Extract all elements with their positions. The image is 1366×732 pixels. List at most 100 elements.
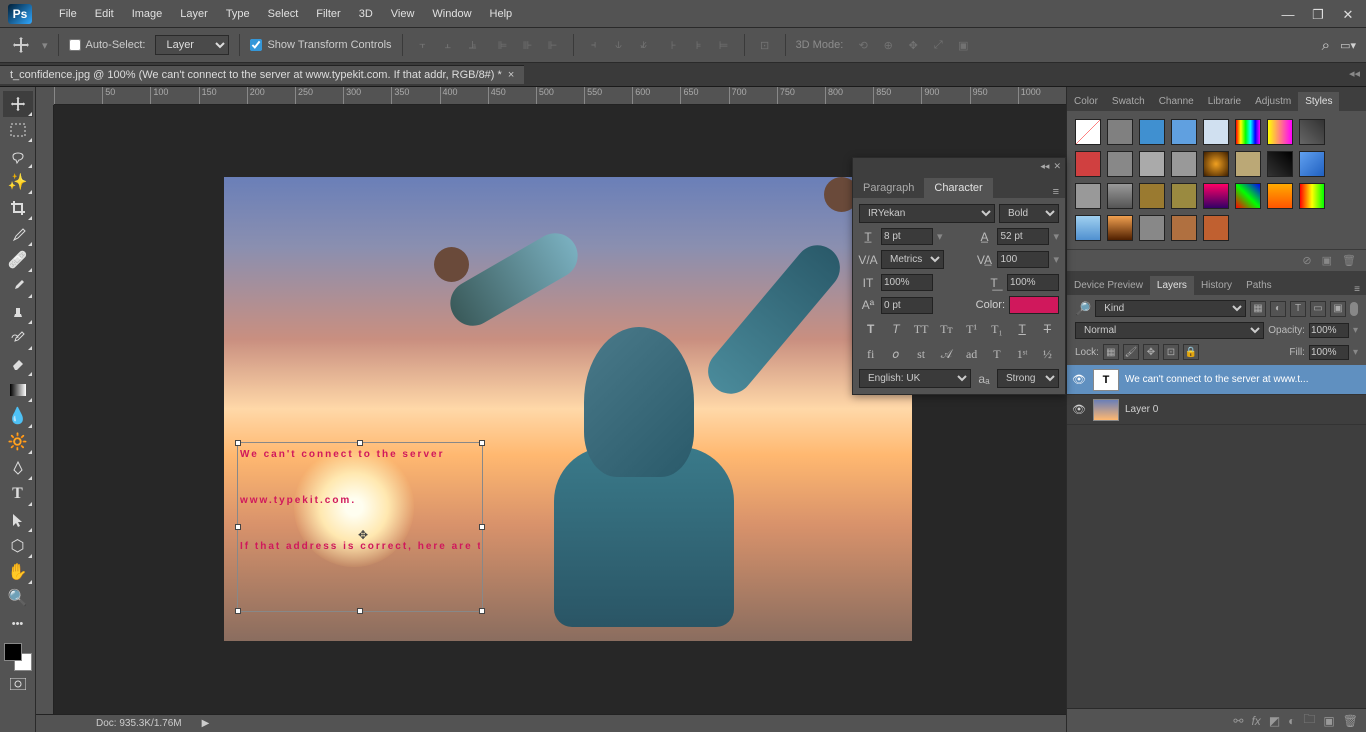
filter-shape-icon[interactable]: ▭ [1310, 301, 1326, 317]
filter-smart-icon[interactable]: ▣ [1330, 301, 1346, 317]
menu-edit[interactable]: Edit [86, 8, 123, 20]
style-preset-swatch[interactable] [1299, 119, 1325, 145]
auto-select-checkbox[interactable]: Auto-Select: [69, 39, 146, 51]
tab-device-preview[interactable]: Device Preview [1067, 276, 1150, 295]
strikethrough-button[interactable]: T [1036, 319, 1059, 339]
filter-toggle-icon[interactable] [1350, 302, 1358, 316]
tab-swatches[interactable]: Swatch [1105, 92, 1152, 111]
hand-tool[interactable]: ✋ [3, 559, 33, 585]
menu-window[interactable]: Window [423, 8, 480, 20]
type-tool[interactable]: T [3, 481, 33, 507]
fill-input[interactable] [1309, 345, 1349, 360]
clone-stamp-tool[interactable] [3, 299, 33, 325]
status-arrow-icon[interactable]: ▶ [202, 718, 210, 729]
blur-tool[interactable]: 💧 [3, 403, 33, 429]
baseline-input[interactable] [881, 297, 933, 314]
antialias-select[interactable]: Strong [997, 369, 1059, 388]
tab-channels[interactable]: Channe [1152, 92, 1201, 111]
menu-3d[interactable]: 3D [350, 8, 382, 20]
style-preset-swatch[interactable] [1267, 119, 1293, 145]
style-preset-swatch[interactable] [1203, 151, 1229, 177]
window-minimize[interactable]: — [1278, 7, 1298, 21]
magic-wand-tool[interactable]: ✨ [3, 169, 33, 195]
filter-type-icon[interactable]: T [1290, 301, 1306, 317]
superscript-button[interactable]: T¹ [960, 319, 983, 339]
tab-character[interactable]: Character [924, 178, 992, 198]
menu-help[interactable]: Help [481, 8, 522, 20]
adjustment-layer-icon[interactable]: ◐ [1288, 714, 1295, 728]
pen-tool[interactable] [3, 455, 33, 481]
layer-fx-icon[interactable]: fx [1251, 714, 1260, 728]
allcaps-button[interactable]: TT [910, 319, 933, 339]
dodge-tool[interactable]: 🔆 [3, 429, 33, 455]
style-preset-swatch[interactable] [1171, 151, 1197, 177]
stylistic-button[interactable]: 1ˢᵗ [1011, 344, 1034, 364]
style-preset-swatch[interactable] [1075, 215, 1101, 241]
crop-tool[interactable] [3, 195, 33, 221]
edit-toolbar[interactable]: ••• [3, 611, 33, 637]
style-preset-swatch[interactable] [1075, 119, 1101, 145]
tab-history[interactable]: History [1194, 276, 1239, 295]
layer-mask-icon[interactable]: ◩ [1269, 714, 1280, 728]
vscale-input[interactable] [881, 274, 933, 291]
text-color-swatch[interactable] [1009, 296, 1059, 314]
no-style-icon[interactable]: ⊘ [1302, 254, 1311, 267]
foreground-color[interactable] [4, 643, 22, 661]
layer-filter-kind[interactable]: Kind [1095, 300, 1246, 317]
eyedropper-tool[interactable] [3, 221, 33, 247]
brush-tool[interactable] [3, 273, 33, 299]
window-restore[interactable]: ❐ [1308, 7, 1328, 21]
text-transform-box[interactable]: ✥ We can't connect to the server www.typ… [237, 442, 483, 612]
style-preset-swatch[interactable] [1107, 151, 1133, 177]
menu-select[interactable]: Select [259, 8, 308, 20]
style-preset-swatch[interactable] [1267, 151, 1293, 177]
filter-adjust-icon[interactable]: ◐ [1270, 301, 1286, 317]
tab-layers[interactable]: Layers [1150, 276, 1194, 295]
menu-layer[interactable]: Layer [171, 8, 217, 20]
font-size-input[interactable] [881, 228, 933, 245]
marquee-tool[interactable] [3, 117, 33, 143]
italic-button[interactable]: T [884, 319, 907, 339]
underline-button[interactable]: T [1011, 319, 1034, 339]
tab-color[interactable]: Color [1067, 92, 1105, 111]
menu-file[interactable]: File [50, 8, 86, 20]
style-preset-swatch[interactable] [1235, 151, 1261, 177]
visibility-toggle-icon[interactable]: 👁 [1071, 373, 1087, 386]
move-tool[interactable] [3, 91, 33, 117]
vertical-ruler[interactable] [36, 105, 54, 714]
style-preset-swatch[interactable] [1299, 151, 1325, 177]
style-preset-swatch[interactable] [1299, 183, 1325, 209]
menu-type[interactable]: Type [217, 8, 259, 20]
style-preset-swatch[interactable] [1075, 151, 1101, 177]
style-preset-swatch[interactable] [1203, 119, 1229, 145]
blend-mode-select[interactable]: Normal [1075, 322, 1264, 339]
font-style-select[interactable]: Bold [999, 204, 1059, 223]
horizontal-ruler[interactable]: 5010015020025030035040045050055060065070… [54, 87, 1066, 105]
menu-image[interactable]: Image [123, 8, 172, 20]
eraser-tool[interactable] [3, 351, 33, 377]
expand-panels-icon[interactable]: ◂◂ [1349, 67, 1360, 80]
lock-transparency-icon[interactable]: ▦ [1103, 344, 1119, 360]
language-select[interactable]: English: UK [859, 369, 971, 388]
panel-close-icon[interactable]: ✕ [1053, 161, 1061, 172]
ligature-st-button[interactable]: st [910, 344, 933, 364]
font-family-select[interactable]: IRYekan [859, 204, 995, 223]
lock-position-icon[interactable]: ✥ [1143, 344, 1159, 360]
menu-view[interactable]: View [382, 8, 424, 20]
smallcaps-button[interactable]: Tᴛ [935, 319, 958, 339]
color-swatches[interactable] [4, 643, 32, 671]
style-preset-swatch[interactable] [1139, 215, 1165, 241]
character-panel[interactable]: ◂◂ ✕ Paragraph Character ≡ IRYekan Bold … [852, 157, 1066, 395]
opacity-input[interactable] [1309, 323, 1349, 338]
layer-thumbnail[interactable]: T [1093, 369, 1119, 391]
char-panel-menu-icon[interactable]: ≡ [1047, 186, 1065, 198]
show-transform-checkbox[interactable]: Show Transform Controls [250, 39, 391, 51]
document-tab[interactable]: t_confidence.jpg @ 100% (We can't connec… [0, 65, 524, 84]
style-preset-swatch[interactable] [1107, 119, 1133, 145]
auto-select-dropdown[interactable]: Layer [155, 35, 229, 55]
ligature-cursive-button[interactable]: 𝑜 [884, 344, 907, 364]
visibility-toggle-icon[interactable]: 👁 [1071, 403, 1087, 416]
lasso-tool[interactable] [3, 143, 33, 169]
tab-libraries[interactable]: Librarie [1201, 92, 1248, 111]
canvas[interactable]: ✥ We can't connect to the server www.typ… [224, 177, 912, 641]
